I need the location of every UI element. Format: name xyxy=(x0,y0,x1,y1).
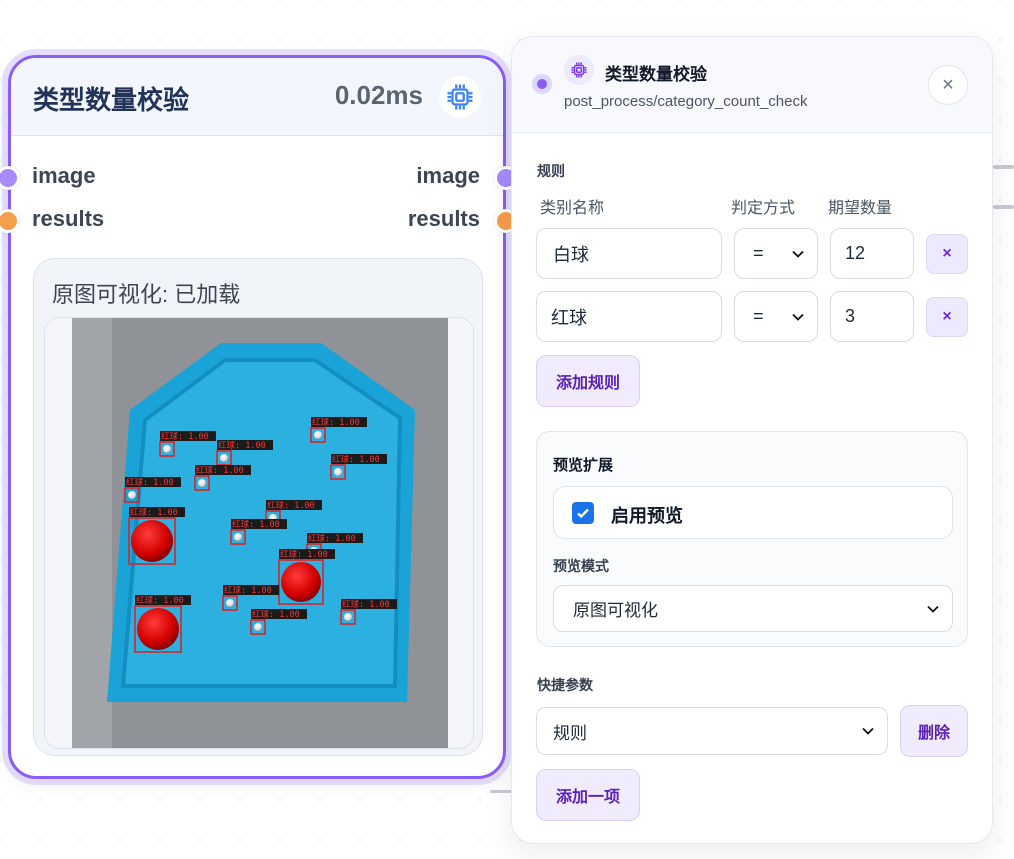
preview-extension-group: 预览扩展 启用预览 预览模式 原图可视化 xyxy=(536,431,968,647)
detection-preview-image: 红球: 1.00 红球: 1.00 红球: 1.00 红球: 1.00 红球: 1.00… xyxy=(45,318,473,748)
column-header-name: 类别名称 xyxy=(540,200,605,217)
chevron-down-icon xyxy=(792,313,804,321)
remove-rule-button[interactable]: × xyxy=(926,234,968,274)
detection-label: 红球: 1.00 xyxy=(161,431,209,442)
chevron-down-icon xyxy=(862,727,874,735)
chevron-down-icon xyxy=(792,250,804,258)
column-header-count: 期望数量 xyxy=(828,200,893,217)
node-exec-time: 0.02ms xyxy=(334,80,423,110)
rule-name-input[interactable]: 红球 xyxy=(536,291,722,342)
white-ball xyxy=(226,599,234,607)
panel-title: 类型数量校验 xyxy=(605,65,707,84)
rule-op-select[interactable]: = xyxy=(734,291,818,342)
rule-count-value: 3 xyxy=(845,306,856,326)
detection-label: 红球: 1.00 xyxy=(232,519,280,530)
rule-name-value: 白球 xyxy=(553,244,589,265)
port-row-results: results results xyxy=(0,206,518,236)
input-port-label: results xyxy=(32,206,105,231)
quick-params-select[interactable]: 规则 xyxy=(536,707,888,755)
add-item-button[interactable]: 添加一项 xyxy=(536,769,640,821)
red-ball xyxy=(137,608,179,650)
node-header: 类型数量校验 0.02ms xyxy=(11,58,503,136)
preview-mode-select[interactable]: 原图可视化 xyxy=(553,585,953,632)
rule-name-input[interactable]: 白球 xyxy=(536,228,722,279)
detection-label: 红球: 1.00 xyxy=(196,465,244,476)
preview-mode-value: 原图可视化 xyxy=(573,601,658,620)
detection-label: 红球: 1.00 xyxy=(224,585,272,596)
output-port-label: image xyxy=(416,163,480,188)
input-port-results[interactable] xyxy=(0,209,20,233)
checkbox-checked-icon[interactable] xyxy=(572,502,594,524)
detection-label: 红球: 1.00 xyxy=(126,477,174,488)
preview-ext-label: 预览扩展 xyxy=(553,457,614,474)
properties-panel: 类型数量校验 post_process/category_count_check… xyxy=(511,36,993,844)
white-ball xyxy=(314,431,322,439)
chevron-down-icon xyxy=(927,605,939,613)
detection-label: 红球: 1.00 xyxy=(130,507,178,518)
panel-header: 类型数量校验 post_process/category_count_check… xyxy=(512,37,992,133)
detection-label: 红球: 1.00 xyxy=(252,609,300,620)
detection-label: 红球: 1.00 xyxy=(332,454,380,465)
white-ball xyxy=(344,613,352,621)
connection-wire xyxy=(993,165,1014,169)
enable-preview-label: 启用预览 xyxy=(611,506,683,526)
white-ball xyxy=(163,445,171,453)
preview-title: 原图可视化: 已加载 xyxy=(52,282,241,307)
white-ball xyxy=(334,468,342,476)
rule-count-value: 12 xyxy=(845,243,866,263)
output-port-label: results xyxy=(407,206,480,231)
preview-image-frame: 红球: 1.00 红球: 1.00 红球: 1.00 红球: 1.00 红球: 1.00… xyxy=(44,317,474,749)
red-ball xyxy=(131,520,173,562)
rule-op-select[interactable]: = xyxy=(734,228,818,279)
rule-op-value: = xyxy=(753,243,764,263)
delete-button[interactable]: 删除 xyxy=(900,705,968,757)
detection-label: 红球: 1.00 xyxy=(342,599,390,610)
white-ball xyxy=(128,491,136,499)
rules-section-label: 规则 xyxy=(537,163,565,179)
connection-wire xyxy=(490,790,512,793)
close-button[interactable]: × xyxy=(928,65,968,105)
white-ball xyxy=(254,623,262,631)
column-header-op: 判定方式 xyxy=(731,200,796,217)
preview-box: 原图可视化: 已加载 红球: 1.00 红球: 1.00 红球: 1.00 红球… xyxy=(33,258,483,756)
add-rule-button[interactable]: 添加规则 xyxy=(536,355,640,407)
quick-params-value: 规则 xyxy=(553,723,587,743)
input-port-label: image xyxy=(32,163,96,188)
white-ball xyxy=(198,479,206,487)
white-ball xyxy=(234,533,242,541)
detection-label: 红球: 1.00 xyxy=(280,549,328,560)
detection-label: 红球: 1.00 xyxy=(308,533,356,544)
preview-mode-label: 预览模式 xyxy=(553,558,609,574)
status-dot-icon xyxy=(532,74,552,94)
close-icon: × xyxy=(942,73,954,96)
rule-op-value: = xyxy=(753,306,764,326)
detection-label: 红球: 1.00 xyxy=(218,440,266,451)
node-card[interactable]: 类型数量校验 0.02ms image image results result… xyxy=(0,55,518,779)
input-port-image[interactable] xyxy=(0,166,20,190)
connection-wire xyxy=(993,205,1014,209)
node-title: 类型数量校验 xyxy=(33,85,190,115)
detection-label: 红球: 1.00 xyxy=(267,500,315,511)
cpu-chip-icon xyxy=(439,76,481,118)
port-row-image: image image xyxy=(0,163,518,193)
white-ball xyxy=(220,454,228,462)
enable-preview-toggle[interactable]: 启用预览 xyxy=(553,486,953,539)
cpu-chip-icon xyxy=(564,55,594,85)
close-icon: × xyxy=(942,245,952,262)
rule-count-input[interactable]: 3 xyxy=(830,291,914,342)
rule-count-input[interactable]: 12 xyxy=(830,228,914,279)
detection-label: 红球: 1.00 xyxy=(136,595,184,606)
detection-label: 红球: 1.00 xyxy=(312,417,360,428)
quick-params-label: 快捷参数 xyxy=(537,677,593,693)
red-ball xyxy=(281,562,321,602)
close-icon: × xyxy=(942,308,952,325)
remove-rule-button[interactable]: × xyxy=(926,297,968,337)
panel-path: post_process/category_count_check xyxy=(564,93,808,110)
rule-name-value: 红球 xyxy=(551,307,587,328)
